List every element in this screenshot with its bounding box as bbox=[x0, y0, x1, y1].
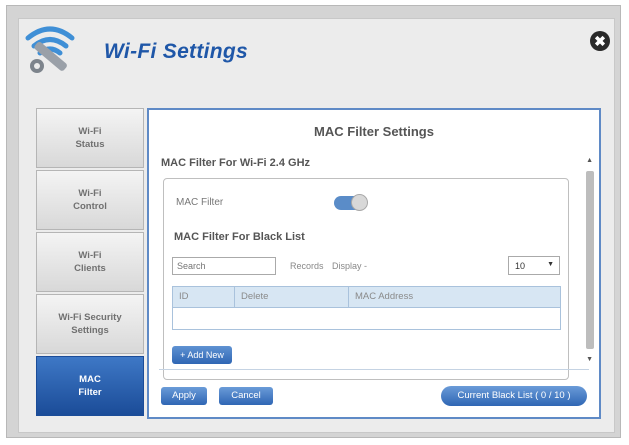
mac-filter-label: MAC Filter bbox=[176, 197, 224, 208]
main-panel: MAC Filter Settings MAC Filter For Wi-Fi… bbox=[147, 108, 601, 419]
column-header-mac-address: MAC Address bbox=[355, 291, 414, 302]
sidebar-item-wifi-security-settings[interactable]: Wi-Fi Security Settings bbox=[36, 294, 144, 354]
records-label: Records bbox=[290, 261, 324, 271]
divider bbox=[159, 369, 589, 370]
table-body bbox=[172, 308, 561, 330]
wifi-wrench-icon bbox=[25, 26, 75, 73]
page-title: Wi-Fi Settings bbox=[104, 40, 249, 63]
black-list-title: MAC Filter For Black List bbox=[174, 231, 305, 243]
sidebar-item-mac-filter[interactable]: MAC Filter bbox=[36, 356, 144, 416]
scrollbar[interactable] bbox=[586, 171, 594, 349]
close-icon: ✖ bbox=[594, 33, 606, 49]
scroll-up-arrow[interactable]: ▲ bbox=[586, 157, 593, 164]
apply-button[interactable]: Apply bbox=[161, 387, 207, 405]
cancel-button[interactable]: Cancel bbox=[219, 387, 273, 405]
chevron-down-icon: ▼ bbox=[547, 261, 554, 268]
scroll-down-arrow[interactable]: ▼ bbox=[586, 356, 593, 363]
current-black-list-button[interactable]: Current Black List ( 0 / 10 ) bbox=[441, 386, 587, 406]
toggle-knob bbox=[351, 194, 368, 211]
column-header-delete: Delete bbox=[235, 287, 349, 307]
sidebar: Wi-Fi Status Wi-Fi Control Wi-Fi Clients… bbox=[36, 108, 144, 419]
sidebar-item-wifi-status[interactable]: Wi-Fi Status bbox=[36, 108, 144, 168]
table-header: ID Delete MAC Address bbox=[172, 286, 561, 308]
subsection-title: MAC Filter For Wi-Fi 2.4 GHz bbox=[161, 157, 311, 169]
section-heading: MAC Filter Settings bbox=[314, 124, 434, 139]
search-input[interactable] bbox=[172, 257, 276, 275]
sidebar-item-wifi-clients[interactable]: Wi-Fi Clients bbox=[36, 232, 144, 292]
column-header-id: ID bbox=[173, 287, 235, 307]
sidebar-item-wifi-control[interactable]: Wi-Fi Control bbox=[36, 170, 144, 230]
add-new-button[interactable]: + Add New bbox=[172, 346, 232, 364]
display-count-select[interactable]: 10 ▼ bbox=[508, 256, 560, 275]
mac-filter-toggle[interactable] bbox=[334, 194, 368, 211]
display-label: Display - bbox=[332, 261, 368, 271]
mac-filter-box: MAC Filter MAC Filter For Black List Rec… bbox=[163, 178, 569, 380]
close-button[interactable]: ✖ bbox=[590, 31, 610, 51]
display-count-value: 10 bbox=[515, 261, 526, 271]
